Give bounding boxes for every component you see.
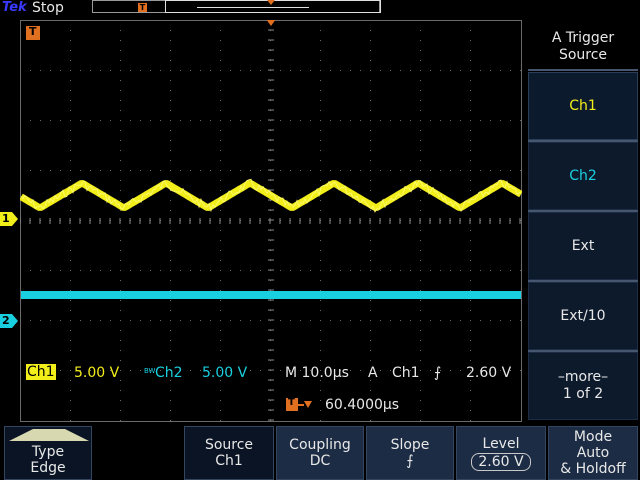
- ch2-label: Ch2: [155, 365, 183, 381]
- graticule: [20, 20, 522, 422]
- bottom-button-type[interactable]: Type Edge: [4, 426, 92, 480]
- record-window-line: [197, 7, 309, 8]
- level-value: 2.60 V: [471, 452, 531, 471]
- side-menu-title: A Trigger Source: [551, 30, 615, 63]
- menu-tab-indicator-icon: [9, 429, 89, 441]
- ch1-scale: 5.00 V: [74, 365, 120, 381]
- record-trigger-arrow-icon: [267, 0, 275, 5]
- ch1-label: Ch1: [26, 364, 56, 380]
- acquisition-state: Stop: [32, 0, 64, 16]
- trigger-slope-icon: ⨍: [434, 365, 442, 381]
- side-button-ch2[interactable]: Ch2: [528, 142, 638, 210]
- bottom-button-source[interactable]: Source Ch1: [184, 426, 274, 480]
- ch2-scale: 5.00 V: [202, 365, 248, 381]
- bottom-button-mode-holdoff[interactable]: Mode Auto & Holdoff: [548, 426, 638, 480]
- bottom-button-slope[interactable]: Slope ⨍: [366, 426, 454, 480]
- side-button-ch1[interactable]: Ch1: [528, 72, 638, 140]
- trigger-delay-readout: 60.4000µs: [325, 397, 400, 413]
- trigger-delay-arrow-icon: [298, 401, 312, 408]
- ch1-waveform: [20, 180, 522, 211]
- status-bar: Tek Stop T: [0, 0, 640, 18]
- rising-slope-icon: ⨍: [406, 453, 414, 469]
- side-button-ext[interactable]: Ext: [528, 212, 638, 280]
- side-menu-divider: [528, 69, 638, 71]
- ch1-ground-marker: 1: [0, 212, 18, 226]
- trigger-position-arrow-icon: [266, 20, 276, 26]
- side-button-ext10[interactable]: Ext/10: [528, 282, 638, 350]
- ch2-waveform: [21, 291, 521, 299]
- trigger-t-marker: T: [26, 25, 40, 40]
- ch2-bandwidth-indicator: BW: [144, 367, 156, 375]
- bottom-menu: Type Edge Source Ch1 Coupling DC Slope ⨍…: [0, 422, 640, 480]
- side-button-more[interactable]: –more– 1 of 2: [528, 352, 638, 420]
- brand-logo: Tek: [2, 0, 27, 15]
- bottom-button-level[interactable]: Level 2.60 V: [456, 426, 546, 480]
- bottom-button-coupling[interactable]: Coupling DC: [276, 426, 364, 480]
- side-menu: A Trigger Source Ch1 Ch2 Ext Ext/10 –mor…: [526, 20, 640, 422]
- timebase-readout: M 10.0µs: [285, 365, 349, 381]
- ch2-ground-marker: 2: [0, 314, 18, 328]
- trigger-level-readout: 2.60 V: [466, 365, 512, 381]
- trigger-source-readout: Ch1: [392, 365, 420, 381]
- trigger-delay-marker: T: [286, 397, 298, 411]
- trigger-position-marker: T: [138, 3, 147, 12]
- trigger-mode-readout: A: [368, 365, 378, 381]
- record-view-bar: T: [92, 0, 381, 13]
